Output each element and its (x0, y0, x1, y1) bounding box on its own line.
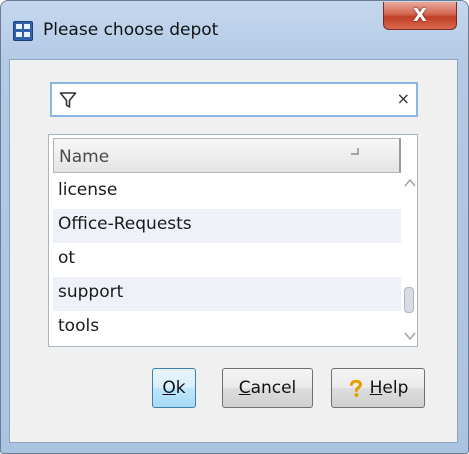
app-icon (13, 21, 33, 41)
cancel-button[interactable]: Cancel (222, 368, 313, 408)
scroll-up-icon[interactable] (403, 177, 417, 189)
dialog-body: × Name license Office-Requests ot suppor… (9, 59, 458, 443)
list-item-label: ot (58, 248, 76, 268)
list-item[interactable]: tools (53, 311, 401, 345)
window-title: Please choose depot (43, 20, 219, 40)
list-item[interactable]: ot (53, 243, 401, 277)
help-icon (349, 379, 362, 397)
ok-label: k (175, 378, 186, 398)
filter-field[interactable]: × (50, 82, 418, 117)
list-rows: license Office-Requests ot support tools (53, 175, 401, 345)
help-label: elp (382, 378, 409, 398)
column-header-label: Name (59, 147, 110, 167)
ok-button[interactable]: Ok (152, 368, 196, 408)
scrollbar-thumb[interactable] (404, 287, 414, 313)
list-item[interactable]: Office-Requests (53, 209, 401, 243)
list-item[interactable]: license (53, 175, 401, 209)
scroll-down-icon[interactable] (403, 330, 417, 342)
filter-input[interactable] (84, 88, 384, 111)
filter-icon (59, 92, 77, 108)
help-mnemonic: H (369, 378, 383, 398)
column-header-name[interactable]: Name (53, 138, 401, 173)
list-item-label: support (58, 282, 124, 302)
dialog-window: Please choose depot X × Name license Off… (0, 0, 469, 454)
cancel-label: ancel (250, 378, 297, 398)
close-icon: X (413, 5, 427, 26)
cancel-mnemonic: C (238, 378, 251, 398)
list-item[interactable]: support (53, 277, 401, 311)
list-item-label: tools (58, 316, 100, 336)
help-button[interactable]: Help (331, 368, 425, 408)
ok-mnemonic: O (162, 378, 176, 398)
list-item-label: license (58, 180, 118, 200)
depot-list[interactable]: Name license Office-Requests ot support (48, 134, 418, 347)
vertical-scrollbar[interactable] (402, 175, 417, 345)
title-bar[interactable]: Please choose depot X (1, 1, 468, 59)
close-button[interactable]: X (383, 2, 457, 30)
list-item-label: Office-Requests (58, 214, 192, 234)
sort-ascending-icon (351, 148, 359, 155)
clear-filter-icon[interactable]: × (397, 90, 410, 108)
